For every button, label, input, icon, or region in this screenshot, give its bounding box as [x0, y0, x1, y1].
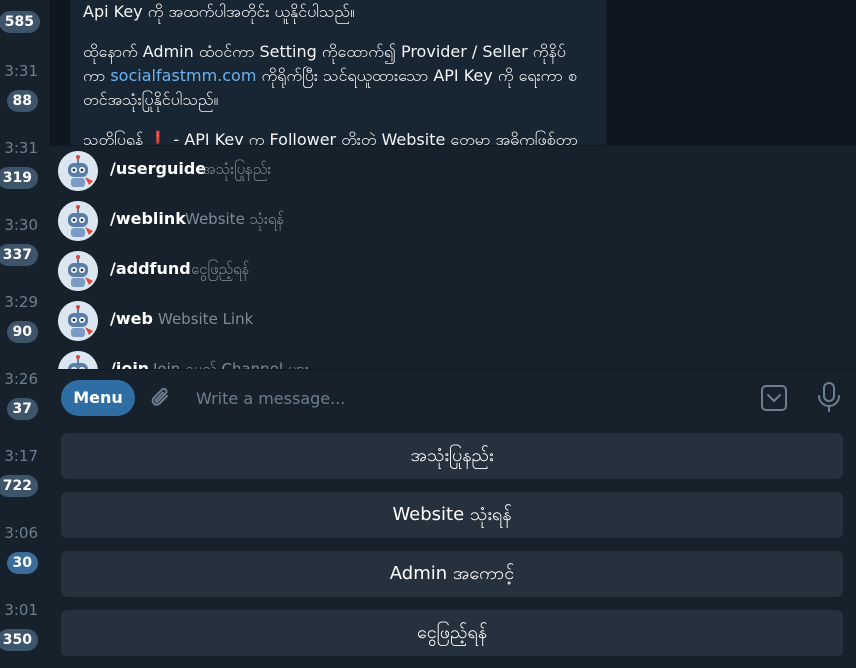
message-input[interactable] [196, 384, 736, 412]
chat-time: 3:29 [4, 293, 38, 311]
message-area: Api Key ကို အထက်ပါအတိုင်း ယူနိုင်ပါသည်။ … [50, 0, 856, 145]
unread-badge: 337 [0, 244, 38, 266]
unread-badge: 722 [0, 475, 38, 497]
message-link[interactable]: socialfastmm.com [110, 66, 256, 85]
unread-badge: 30 [6, 552, 38, 574]
bot-avatar-icon [58, 251, 98, 291]
bot-avatar-icon [58, 201, 98, 241]
message-line: သတိပြုရန် ❗ - API Key က Follower တိုးတဲ့… [83, 128, 593, 145]
unread-badge: 88 [6, 90, 38, 112]
bot-keyboard-toggle-icon[interactable] [759, 383, 789, 413]
chat-time: 3:30 [4, 216, 38, 234]
command-suggestion-list: /userguide အသုံးပြုနည်း /weblink Website… [50, 145, 856, 370]
command-name: /web [110, 309, 153, 328]
message-composer: Menu [50, 369, 856, 425]
exclamation-icon: ❗ [148, 130, 169, 145]
chat-time: 3:06 [4, 524, 38, 542]
chat-time: 3:26 [4, 370, 38, 388]
unread-badge: 585 [0, 11, 40, 33]
keyboard-button-admin[interactable]: Admin အကောင့် [61, 551, 843, 597]
bot-avatar-icon [58, 151, 98, 191]
paperclip-icon[interactable] [148, 385, 174, 411]
chat-time: 3:31 [4, 62, 38, 80]
menu-button[interactable]: Menu [61, 380, 135, 416]
message-text: - API Key က Follower တိုးတဲ့ Website တွေ… [168, 130, 578, 145]
unread-badge: 37 [6, 398, 38, 420]
bot-avatar-icon [58, 301, 98, 341]
keyboard-button-userguide[interactable]: အသုံးပြုနည်း [61, 433, 843, 479]
message-text: ကာ [83, 66, 111, 85]
command-name: /weblink [110, 209, 186, 228]
message-line: တင်အသုံးပြုနိုင်ပါသည်။ [83, 90, 219, 109]
message-text: ကိုရိုက်ပြီး သင်ရယူထားသော API Key ကို ရေ… [256, 66, 577, 85]
keyboard-button-website[interactable]: Website သုံးရန် [61, 492, 843, 538]
unread-badge: 90 [6, 321, 38, 343]
chat-time: 3:01 [4, 601, 38, 619]
command-name: /addfund [110, 259, 191, 278]
message-line: ကာ socialfastmm.com ကိုရိုက်ပြီး သင်ရယူထ… [83, 64, 593, 88]
message-bubble: Api Key ကို အထက်ပါအတိုင်း ယူနိုင်ပါသည်။ … [70, 0, 606, 145]
bot-avatar-icon [58, 351, 98, 370]
command-name: /userguide [110, 159, 207, 178]
message-line: ထိုနောက် Admin ထံဝင်ကာ Setting ကိုထောက်၍… [83, 42, 566, 61]
command-description: အသုံးပြုနည်း [202, 160, 272, 178]
chat-time: 3:17 [4, 447, 38, 465]
unread-badge: 319 [0, 167, 38, 189]
command-item[interactable]: /weblink Website သုံးရန် [50, 196, 856, 246]
command-description: ငွေဖြည့်ရန် [191, 260, 250, 278]
command-item[interactable]: /web Website Link [50, 296, 856, 346]
microphone-icon[interactable] [816, 381, 842, 413]
keyboard-button-addfund[interactable]: ငွေဖြည့်ရန် [61, 610, 843, 656]
chat-list-strip: 585 3:31 88 3:31 319 3:30 337 3:29 90 3:… [0, 0, 51, 668]
unread-badge: 350 [0, 629, 38, 651]
message-text: သတိပြုရန် [83, 130, 149, 145]
command-description: Website Link [158, 310, 254, 328]
command-description: Website သုံးရန် [185, 210, 285, 228]
command-item[interactable]: /join Join ရမည့် Channel များ [50, 346, 856, 370]
command-item[interactable]: /userguide အသုံးပြုနည်း [50, 146, 856, 196]
command-item[interactable]: /addfund ငွေဖြည့်ရန် [50, 246, 856, 296]
bot-keyboard: အသုံးပြုနည်း Website သုံးရန် Admin အကောင… [50, 424, 856, 668]
message-line: Api Key ကို အထက်ပါအတိုင်း ယူနိုင်ပါသည်။ [83, 2, 355, 21]
chat-time: 3:31 [4, 139, 38, 157]
